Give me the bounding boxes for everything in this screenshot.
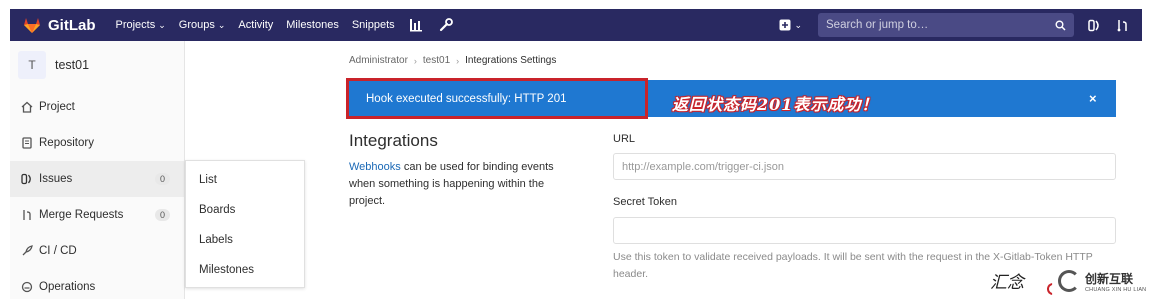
search-icon [1055, 20, 1066, 31]
flyout-item-labels[interactable]: Labels [186, 225, 304, 255]
watermark-brand-en: CHUANG XIN HU LIAN [1085, 286, 1147, 293]
nav-snippets[interactable]: Snippets [352, 19, 395, 31]
nav-projects-label: Projects [115, 19, 156, 31]
issues-icon[interactable] [1086, 17, 1102, 33]
cloud-icon [20, 281, 33, 294]
project-name: test01 [55, 58, 90, 72]
project-avatar: T [18, 51, 46, 79]
sidebar-item-repository[interactable]: Repository [10, 125, 184, 161]
issues-flyout-menu: List Boards Labels Milestones [185, 160, 305, 288]
merge-request-icon [20, 209, 33, 222]
search-box[interactable] [818, 13, 1074, 37]
watermark-text: 汇念 [990, 273, 1024, 293]
home-icon [20, 101, 33, 114]
sidebar-item-label: Project [39, 101, 75, 113]
flash-message: Hook executed successfully: HTTP 201 [366, 92, 567, 105]
new-item-dropdown[interactable]: ⌄ [779, 19, 802, 31]
issues-icon [20, 173, 33, 186]
top-navbar: GitLab Projects ⌄ Groups ⌄ Activity Milest… [10, 9, 1142, 41]
watermark-circle-icon [1058, 270, 1080, 292]
sidebar-item-label: Issues [39, 173, 73, 185]
sidebar-item-label: Repository [39, 137, 94, 149]
merge-request-icon[interactable] [1114, 17, 1130, 33]
book-icon [20, 137, 33, 150]
sidebar-item-project[interactable]: Project [10, 89, 184, 125]
plus-square-icon [779, 19, 791, 31]
merge-requests-count-badge: 0 [154, 209, 170, 221]
project-header[interactable]: T test01 [10, 41, 184, 89]
rocket-icon [20, 245, 33, 258]
brand-name: GitLab [48, 16, 96, 34]
chevron-down-icon: ⌄ [794, 19, 802, 30]
breadcrumb-current[interactable]: Integrations Settings [465, 55, 556, 66]
breadcrumb-administrator[interactable]: Administrator [349, 55, 408, 66]
project-sidebar: T test01 Project Repository Issues 0 Mer… [10, 41, 185, 299]
flyout-item-boards[interactable]: Boards [186, 195, 304, 225]
sidebar-item-ci-cd[interactable]: CI / CD [10, 233, 184, 269]
sidebar-item-label: CI / CD [39, 245, 77, 257]
sidebar-item-merge-requests[interactable]: Merge Requests 0 [10, 197, 184, 233]
annotation-text: 返回状态码201表示成功！ [672, 95, 879, 114]
nav-activity-label: Activity [238, 19, 274, 31]
sidebar-item-issues[interactable]: Issues 0 [10, 161, 184, 197]
watermark-logo: 创新互联 CHUANG XIN HU LIAN [1052, 266, 1148, 296]
chevron-down-icon: ⌄ [217, 19, 226, 30]
search-input[interactable] [826, 19, 1055, 31]
nav-groups[interactable]: Groups ⌄ [179, 19, 226, 31]
nav-snippets-label: Snippets [351, 19, 395, 31]
secret-token-help: Use this token to validate received payl… [613, 251, 1093, 280]
nav-milestones-label: Milestones [286, 19, 339, 31]
issues-count-badge: 0 [154, 173, 170, 185]
secret-token-field[interactable] [613, 217, 1116, 244]
chevron-right-icon: › [456, 55, 460, 66]
chevron-down-icon: ⌄ [158, 19, 166, 30]
gitlab-fox-icon [24, 18, 40, 33]
page-title: Integrations [349, 131, 438, 150]
chart-bar-icon[interactable] [408, 17, 424, 33]
nav-milestones[interactable]: Milestones [286, 19, 339, 31]
nav-projects[interactable]: Projects ⌄ [116, 19, 166, 31]
breadcrumb: Administrator › test01 › Integrations Se… [349, 55, 556, 66]
sidebar-item-label: Merge Requests [39, 209, 124, 221]
nav-activity[interactable]: Activity [238, 19, 273, 31]
breadcrumb-project[interactable]: test01 [423, 55, 450, 66]
nav-groups-label: Groups [178, 19, 215, 31]
secret-token-label: Secret Token [613, 196, 678, 208]
watermark-brand-cn: 创新互联 [1085, 271, 1134, 286]
webhooks-link[interactable]: Webhooks [349, 161, 401, 173]
url-label: URL [613, 133, 636, 145]
sidebar-item-operations[interactable]: Operations [10, 269, 184, 299]
chevron-right-icon: › [413, 55, 417, 66]
flyout-item-milestones[interactable]: Milestones [186, 255, 304, 285]
flyout-item-list[interactable]: List [186, 165, 304, 195]
sidebar-item-label: Operations [39, 281, 96, 293]
integrations-description: Webhooks can be used for binding events … [349, 159, 579, 210]
wrench-icon[interactable] [438, 17, 454, 33]
close-icon[interactable]: × [1089, 91, 1097, 106]
url-field[interactable] [613, 153, 1116, 180]
gitlab-logo[interactable]: GitLab [22, 15, 96, 35]
